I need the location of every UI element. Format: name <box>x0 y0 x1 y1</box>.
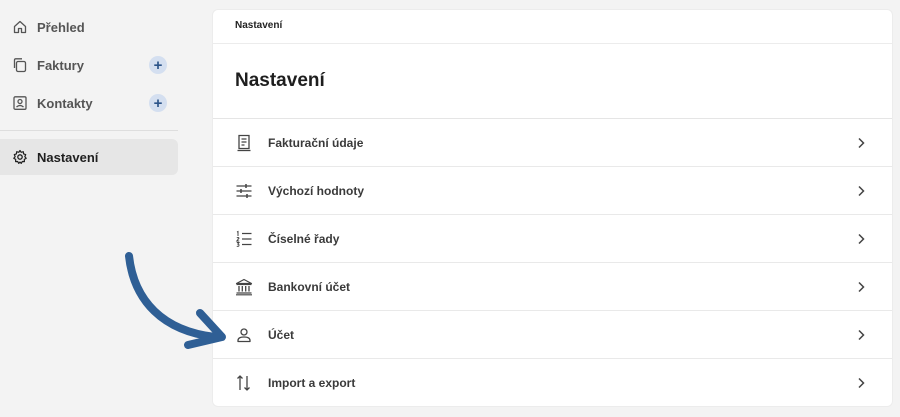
settings-item-label: Bankovní účet <box>268 280 351 294</box>
settings-item-label: Číselné řady <box>268 232 340 246</box>
add-contact-button[interactable]: + <box>149 94 167 112</box>
settings-item-label: Fakturační údaje <box>268 136 364 150</box>
documents-icon <box>13 58 27 73</box>
add-invoice-button[interactable]: + <box>149 56 167 74</box>
chevron-right-icon <box>858 329 865 341</box>
gear-icon <box>13 149 27 164</box>
annotation-arrow-icon <box>125 252 226 349</box>
sidebar-item-kontakty[interactable]: Kontakty + <box>0 85 178 121</box>
sidebar-divider <box>0 130 178 131</box>
settings-item-vychozi-hodnoty[interactable]: Výchozí hodnoty <box>213 167 892 215</box>
settings-item-ciselne-rady[interactable]: Číselné řady <box>213 215 892 263</box>
sidebar-item-label: Nastavení <box>37 150 99 165</box>
breadcrumb: Nastavení <box>235 20 283 31</box>
settings-item-label: Import a export <box>268 376 356 390</box>
settings-item-ucet[interactable]: Účet <box>213 311 892 359</box>
chevron-right-icon <box>858 137 865 149</box>
sidebar-item-label: Kontakty <box>37 96 93 111</box>
chevron-right-icon <box>858 377 865 389</box>
contact-card-icon <box>13 96 27 110</box>
receipt-icon <box>237 134 251 152</box>
sidebar-item-label: Faktury <box>37 58 84 73</box>
sidebar-item-faktury[interactable]: Faktury + <box>0 47 178 83</box>
sliders-icon <box>236 184 252 198</box>
sidebar-item-label: Přehled <box>37 20 85 35</box>
settings-panel: Nastavení Nastavení Fakturační údaje Výc… <box>212 9 893 407</box>
sidebar-item-prehled[interactable]: Přehled <box>0 9 178 45</box>
settings-item-label: Výchozí hodnoty <box>268 184 364 198</box>
home-icon <box>13 20 27 34</box>
chevron-right-icon <box>858 233 865 245</box>
settings-item-bankovni-ucet[interactable]: Bankovní účet <box>213 263 892 311</box>
sidebar-item-nastaveni[interactable]: Nastavení <box>0 139 178 175</box>
settings-item-fakturacni-udaje[interactable]: Fakturační údaje <box>213 119 892 167</box>
chevron-right-icon <box>858 281 865 293</box>
import-export-icon <box>237 375 250 391</box>
chevron-right-icon <box>858 185 865 197</box>
settings-item-label: Účet <box>268 328 295 342</box>
breadcrumb-divider <box>213 43 892 44</box>
settings-item-import-export[interactable]: Import a export <box>213 359 892 406</box>
page-title: Nastavení <box>235 70 325 91</box>
